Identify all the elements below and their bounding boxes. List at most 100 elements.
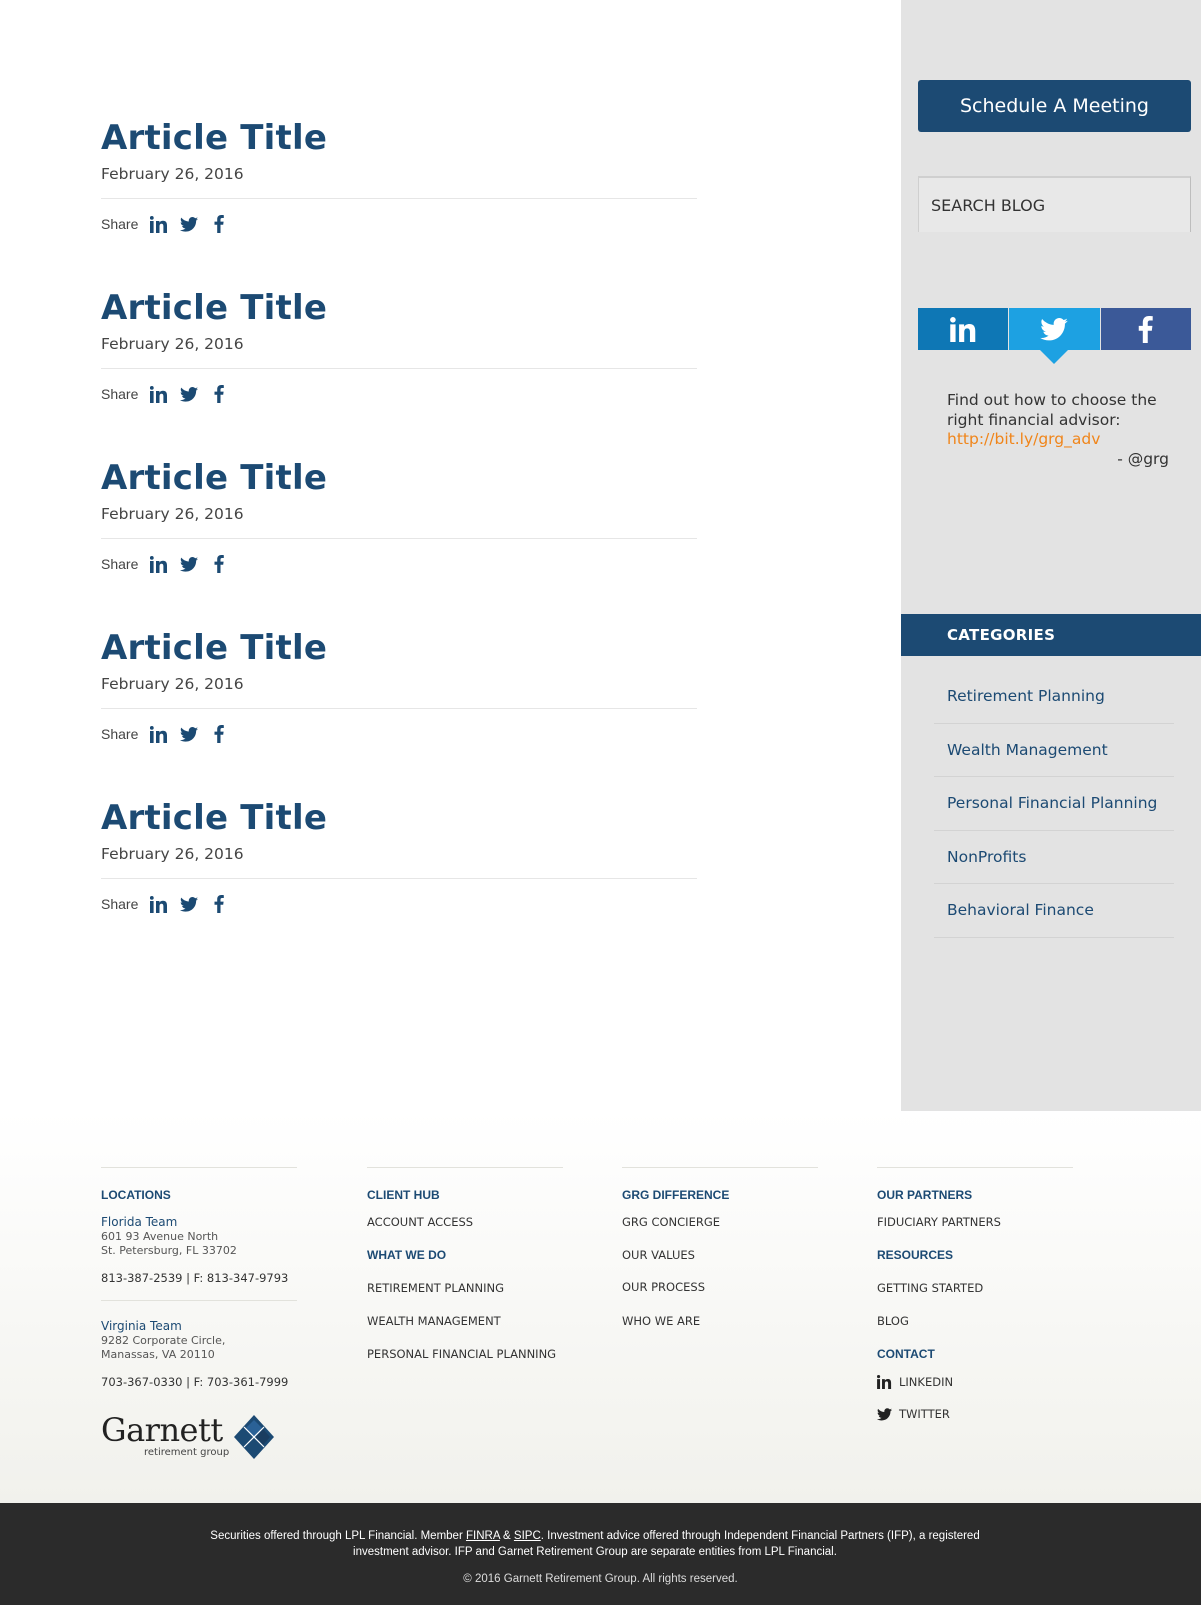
resources-heading: RESOURCES [877, 1248, 954, 1262]
florida-address-line2: St. Petersburg, FL 33702 [101, 1244, 237, 1257]
article-date: February 26, 2016 [101, 165, 244, 183]
sidebar: Schedule A Meeting Find out how to choos… [901, 0, 1201, 1111]
category-link[interactable]: NonProfits [934, 831, 1174, 884]
category-link[interactable]: Retirement Planning [934, 670, 1174, 724]
tweet-link[interactable]: http://bit.ly/grg_adv [947, 430, 1100, 448]
linkedin-icon [877, 1375, 892, 1389]
client-hub-heading: CLIENT HUB [367, 1188, 440, 1202]
article-item: Article Title February 26, 2016 Share [101, 288, 697, 405]
twitter-icon[interactable] [176, 383, 202, 405]
linkedin-icon[interactable] [146, 213, 172, 235]
social-feed-tabs [918, 308, 1191, 350]
footer-link[interactable]: GRG CONCIERGE [622, 1215, 720, 1229]
article-item: Article Title February 26, 2016 Share [101, 458, 697, 575]
our-partners-heading: OUR PARTNERS [877, 1188, 973, 1202]
divider [367, 1167, 563, 1168]
florida-phone: 813-387-2539 | F: 813-347-9793 [101, 1271, 289, 1285]
twitter-icon [877, 1407, 892, 1420]
virginia-address-line1: 9282 Corporate Circle, [101, 1334, 226, 1347]
finra-link[interactable]: FINRA [466, 1530, 500, 1542]
divider [622, 1167, 818, 1168]
facebook-icon[interactable] [206, 723, 232, 745]
linkedin-icon[interactable] [146, 893, 172, 915]
logo-diamond-icon [234, 1415, 274, 1459]
virginia-team-link[interactable]: Virginia Team [101, 1319, 182, 1333]
footer-link[interactable]: WHO WE ARE [622, 1314, 700, 1328]
logo-subtitle: retirement group [144, 1447, 230, 1458]
facebook-icon [1139, 315, 1154, 343]
tab-twitter[interactable] [1009, 308, 1100, 350]
footer-link[interactable]: OUR VALUES [622, 1248, 695, 1262]
linkedin-icon[interactable] [146, 383, 172, 405]
facebook-icon[interactable] [206, 383, 232, 405]
article-title[interactable]: Article Title [101, 628, 697, 668]
category-link[interactable]: Wealth Management [934, 724, 1174, 777]
article-date: February 26, 2016 [101, 845, 244, 863]
facebook-icon[interactable] [206, 553, 232, 575]
virginia-address-line2: Manassas, VA 20110 [101, 1348, 215, 1361]
twitter-icon[interactable] [176, 213, 202, 235]
footer-link[interactable]: BLOG [877, 1314, 909, 1328]
article-date: February 26, 2016 [101, 505, 244, 523]
locations-heading: LOCATIONS [101, 1188, 171, 1202]
article-list: Article Title February 26, 2016 Share Ar… [0, 0, 900, 1110]
twitter-icon[interactable] [176, 553, 202, 575]
footer-link[interactable]: WEALTH MANAGEMENT [367, 1314, 501, 1328]
contact-heading: CONTACT [877, 1347, 935, 1361]
search-input[interactable] [931, 195, 1178, 215]
divider [101, 878, 697, 879]
divider [101, 538, 697, 539]
tweet-author: - @grg [1117, 449, 1169, 468]
article-title[interactable]: Article Title [101, 118, 697, 158]
share-label: Share [101, 216, 139, 232]
copyright: © 2016 Garnett Retirement Group. All rig… [463, 1573, 738, 1585]
article-title[interactable]: Article Title [101, 798, 697, 838]
article-title[interactable]: Article Title [101, 288, 697, 328]
footer-link[interactable]: FIDUCIARY PARTNERS [877, 1215, 1001, 1229]
facebook-icon[interactable] [206, 893, 232, 915]
linkedin-icon[interactable] [146, 723, 172, 745]
share-row: Share [101, 553, 697, 575]
twitter-icon[interactable] [176, 723, 202, 745]
twitter-icon[interactable] [176, 893, 202, 915]
divider [877, 1167, 1073, 1168]
article-item: Article Title February 26, 2016 Share [101, 628, 697, 745]
article-item: Article Title February 26, 2016 Share [101, 798, 697, 915]
categories-list: Retirement Planning Wealth Management Pe… [934, 670, 1174, 938]
divider [101, 198, 697, 199]
twitter-icon [1040, 317, 1069, 340]
search-blog-field [918, 176, 1191, 232]
footer-link[interactable]: GETTING STARTED [877, 1281, 983, 1295]
footer-link[interactable]: RETIREMENT PLANNING [367, 1281, 504, 1295]
tab-facebook[interactable] [1100, 308, 1191, 350]
category-link[interactable]: Personal Financial Planning [934, 777, 1174, 831]
garnett-logo[interactable]: Garnett retirement group [101, 1411, 274, 1463]
sipc-link[interactable]: SIPC [514, 1530, 541, 1542]
schedule-meeting-button[interactable]: Schedule A Meeting [918, 80, 1191, 132]
logo-wordmark: Garnett [101, 1411, 223, 1449]
footer-link[interactable]: ACCOUNT ACCESS [367, 1215, 473, 1229]
footer-linkedin-link[interactable]: LINKEDIN [877, 1375, 953, 1389]
article-date: February 26, 2016 [101, 675, 244, 693]
florida-team-link[interactable]: Florida Team [101, 1215, 177, 1229]
article-date: February 26, 2016 [101, 335, 244, 353]
footer-link[interactable]: PERSONAL FINANCIAL PLANNING [367, 1347, 556, 1361]
legal-amp: & [499, 1530, 514, 1542]
linkedin-icon [949, 316, 975, 342]
divider [101, 708, 697, 709]
virginia-phone: 703-367-0330 | F: 703-361-7999 [101, 1375, 289, 1389]
share-row: Share [101, 723, 697, 745]
facebook-icon[interactable] [206, 213, 232, 235]
tab-linkedin[interactable] [918, 308, 1009, 350]
legal-bar: Securities offered through LPL Financial… [0, 1503, 1201, 1605]
share-label: Share [101, 556, 139, 572]
tweet-text: Find out how to choose the right financi… [947, 391, 1157, 429]
tweet: Find out how to choose the right financi… [947, 391, 1169, 469]
article-title[interactable]: Article Title [101, 458, 697, 498]
grg-difference-heading: GRG DIFFERENCE [622, 1188, 730, 1202]
footer-twitter-link[interactable]: TWITTER [877, 1407, 950, 1421]
share-row: Share [101, 893, 697, 915]
footer-link[interactable]: OUR PROCESS [622, 1280, 705, 1294]
linkedin-icon[interactable] [146, 553, 172, 575]
category-link[interactable]: Behavioral Finance [934, 884, 1174, 938]
